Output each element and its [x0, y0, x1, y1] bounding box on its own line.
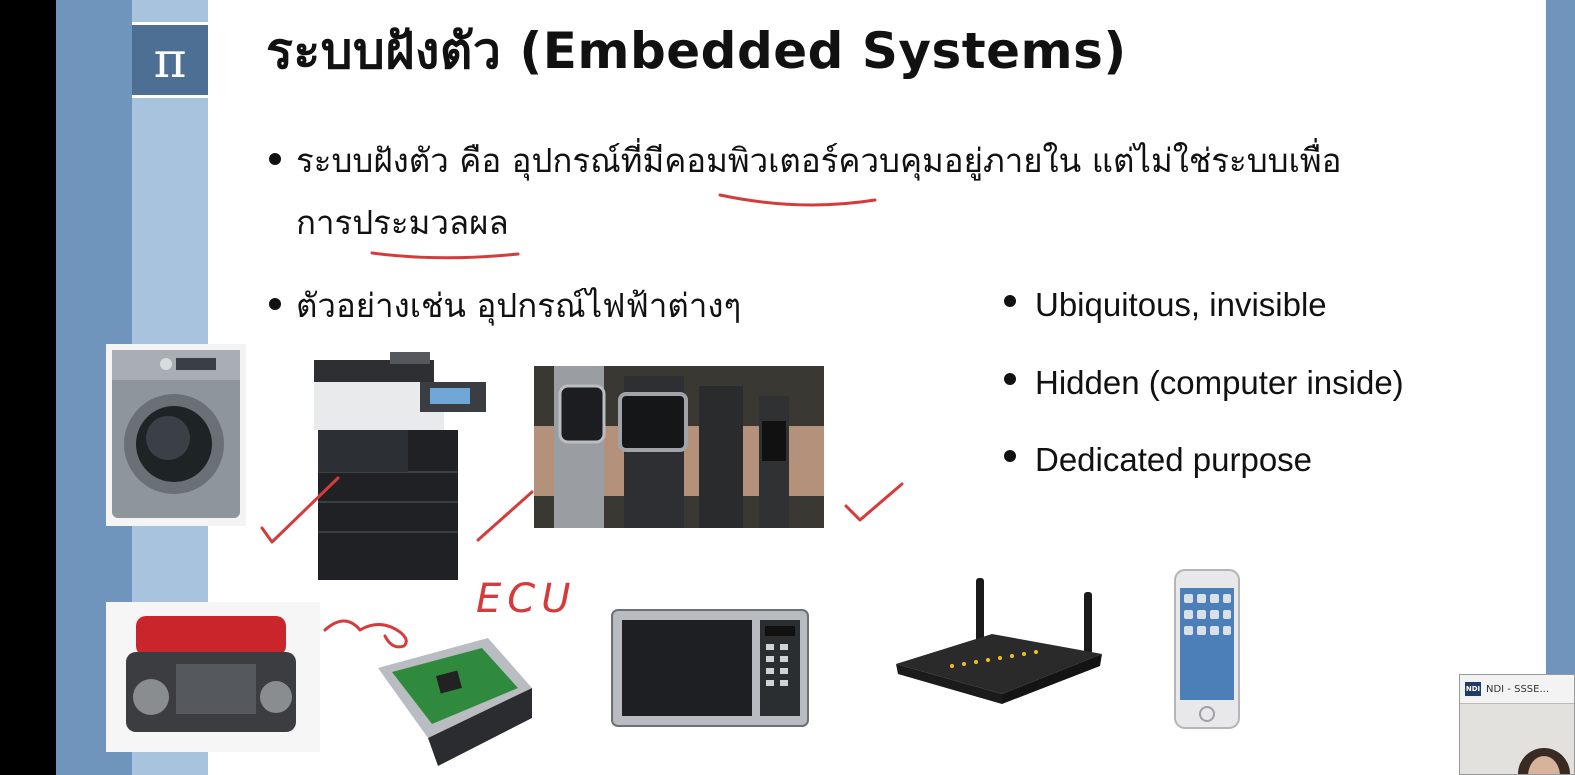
webcam-feed [1460, 704, 1574, 774]
ndi-logo-icon: NDI [1465, 682, 1481, 696]
ecu-annotation-label: ECU [476, 576, 577, 622]
ndi-window-title: NDI - SSSE... [1486, 683, 1549, 695]
arrow-annotation [323, 619, 408, 649]
checkmark-annotation [476, 490, 534, 542]
ndi-video-window[interactable]: NDI NDI - SSSE... [1459, 674, 1575, 775]
pen-annotations [260, 193, 904, 649]
underline-computer-annotation [718, 193, 877, 207]
ndi-title-bar[interactable]: NDI NDI - SSSE... [1460, 675, 1574, 704]
checkmark-annotation [260, 476, 340, 544]
checkmark-annotation [844, 482, 904, 522]
underline-processing-annotation [370, 251, 520, 260]
